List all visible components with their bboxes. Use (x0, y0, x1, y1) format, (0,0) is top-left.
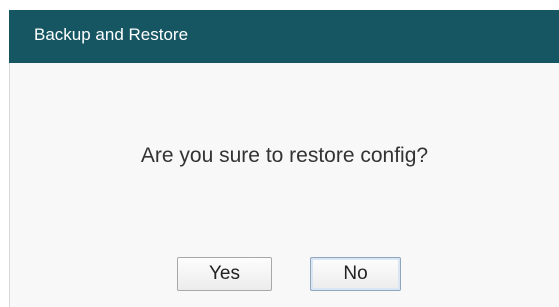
dialog-title-bar[interactable]: Backup and Restore (9, 10, 559, 63)
yes-button[interactable]: Yes (177, 257, 272, 291)
restore-confirm-dialog: Backup and Restore Are you sure to resto… (0, 0, 559, 307)
confirm-message: Are you sure to restore config? (140, 144, 429, 167)
dialog-title: Backup and Restore (34, 25, 189, 44)
dialog-body: Are you sure to restore config? Yes No (9, 63, 559, 307)
no-button[interactable]: No (310, 257, 401, 291)
